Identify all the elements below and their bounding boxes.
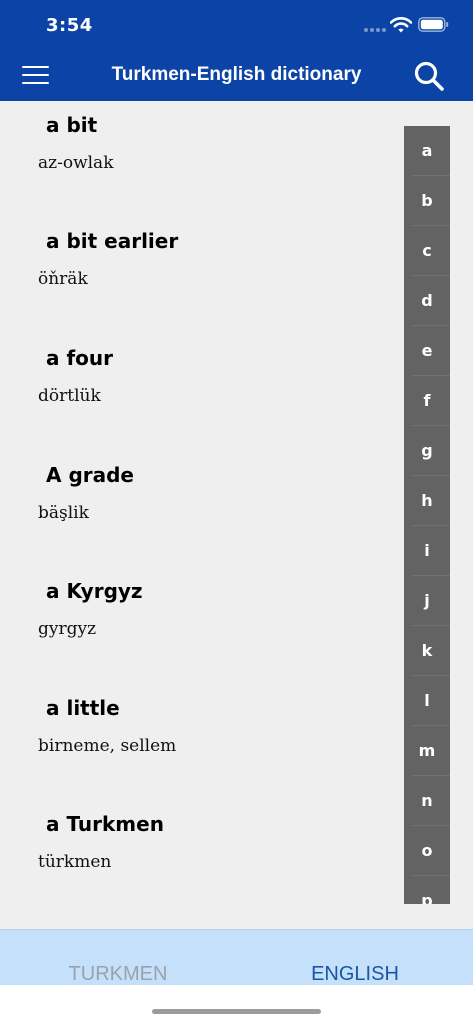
tab-english[interactable]: ENGLISH [237, 963, 473, 985]
index-letter-m[interactable]: m [404, 726, 450, 776]
entry-word: a little [46, 696, 120, 720]
list-item[interactable]: a four dörtlük [0, 334, 400, 450]
list-item[interactable]: A grade bäşlik [0, 451, 400, 567]
battery-icon [418, 17, 449, 32]
entry-word: a Turkmen [46, 812, 164, 836]
index-letter-k[interactable]: k [404, 626, 450, 676]
cellular-signal-icon [364, 28, 386, 32]
home-indicator-area [0, 985, 473, 1024]
index-letter-i[interactable]: i [404, 526, 450, 576]
entry-translation: dörtlük [38, 386, 101, 406]
index-letter-d[interactable]: d [404, 276, 450, 326]
index-letter-l[interactable]: l [404, 676, 450, 726]
wifi-icon [390, 17, 412, 33]
list-item[interactable]: a bit earlier öňräk [0, 217, 400, 333]
status-time: 3:54 [46, 15, 93, 36]
page-title: Turkmen-English dictionary [111, 64, 362, 85]
entry-translation: bäşlik [38, 503, 89, 523]
entry-word: a Kyrgyz [46, 579, 143, 603]
list-item[interactable]: a bit az-owlak [0, 101, 400, 217]
index-letter-p[interactable]: p [404, 876, 450, 904]
status-bar: 3:54 [0, 0, 473, 50]
entry-translation: gyrgyz [38, 619, 97, 639]
tab-bar-clip: TURKMEN ENGLISH [0, 930, 473, 985]
index-letter-c[interactable]: c [404, 226, 450, 276]
dictionary-list[interactable]: a bit az-owlak a bit earlier öňräk a fou… [0, 101, 473, 929]
home-indicator[interactable] [152, 1009, 321, 1014]
alphabet-index[interactable]: a b c d e f g h i j k l m n o p [404, 126, 450, 904]
entry-word: a bit earlier [46, 229, 179, 253]
entry-translation: türkmen [38, 852, 112, 872]
entry-word: A grade [46, 463, 134, 487]
entry-word: a bit [46, 113, 98, 137]
index-letter-n[interactable]: n [404, 776, 450, 826]
tab-turkmen[interactable]: TURKMEN [0, 963, 236, 985]
app-header: 3:54 Turkmen-English dictionary [0, 0, 473, 101]
entry-translation: az-owlak [38, 153, 114, 173]
list-item[interactable]: a little birneme, sellem [0, 684, 400, 800]
index-letter-j[interactable]: j [404, 576, 450, 626]
index-letter-e[interactable]: e [404, 326, 450, 376]
entry-translation: öňräk [38, 269, 88, 289]
entry-translation: birneme, sellem [38, 736, 177, 756]
index-letter-f[interactable]: f [404, 376, 450, 426]
navigation-bar: Turkmen-English dictionary [0, 50, 473, 101]
index-letter-o[interactable]: o [404, 826, 450, 876]
index-letter-a[interactable]: a [404, 126, 450, 176]
index-letter-g[interactable]: g [404, 426, 450, 476]
index-letter-b[interactable]: b [404, 176, 450, 226]
entry-word: a four [46, 346, 114, 370]
index-letter-h[interactable]: h [404, 476, 450, 526]
language-tab-bar: TURKMEN ENGLISH [0, 929, 473, 985]
search-icon[interactable] [413, 60, 445, 92]
list-item[interactable]: a Turkmen türkmen [0, 800, 400, 916]
list-item[interactable]: a Kyrgyz gyrgyz [0, 567, 400, 683]
